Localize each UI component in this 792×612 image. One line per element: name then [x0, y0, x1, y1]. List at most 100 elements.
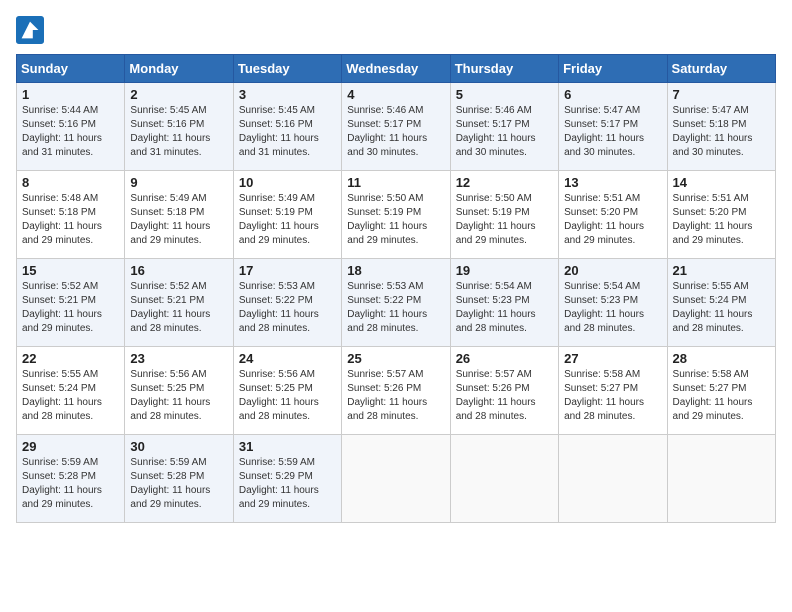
day-info: Sunrise: 5:44 AM Sunset: 5:16 PM Dayligh… [22, 104, 119, 160]
day-cell: 20 Sunrise: 5:54 AM Sunset: 5:23 PM Dayli… [559, 259, 667, 347]
day-cell: 29 Sunrise: 5:59 AM Sunset: 5:28 PM Dayli… [17, 435, 125, 523]
day-info: Sunrise: 5:55 AM Sunset: 5:24 PM Dayligh… [673, 280, 770, 336]
day-info: Sunrise: 5:49 AM Sunset: 5:19 PM Dayligh… [239, 192, 336, 248]
day-cell [667, 435, 775, 523]
day-info: Sunrise: 5:45 AM Sunset: 5:16 PM Dayligh… [130, 104, 227, 160]
day-number: 19 [456, 263, 553, 278]
calendar-table: SundayMondayTuesdayWednesdayThursdayFrid… [16, 54, 776, 523]
day-info: Sunrise: 5:56 AM Sunset: 5:25 PM Dayligh… [239, 368, 336, 424]
col-header-sunday: Sunday [17, 55, 125, 83]
day-number: 5 [456, 87, 553, 102]
day-cell [450, 435, 558, 523]
day-number: 9 [130, 175, 227, 190]
day-number: 22 [22, 351, 119, 366]
day-number: 15 [22, 263, 119, 278]
day-cell: 2 Sunrise: 5:45 AM Sunset: 5:16 PM Daylig… [125, 83, 233, 171]
day-number: 8 [22, 175, 119, 190]
logo [16, 16, 48, 44]
day-info: Sunrise: 5:55 AM Sunset: 5:24 PM Dayligh… [22, 368, 119, 424]
day-number: 27 [564, 351, 661, 366]
day-number: 29 [22, 439, 119, 454]
day-cell: 30Sunrise: 5:59 AM Sunset: 5:28 PM Dayli… [125, 435, 233, 523]
week-row-3: 15Sunrise: 5:52 AM Sunset: 5:21 PM Dayli… [17, 259, 776, 347]
logo-icon [16, 16, 44, 44]
day-number: 3 [239, 87, 336, 102]
day-cell: 28 Sunrise: 5:58 AM Sunset: 5:27 PM Dayli… [667, 347, 775, 435]
day-cell: 13Sunrise: 5:51 AM Sunset: 5:20 PM Dayli… [559, 171, 667, 259]
day-number: 23 [130, 351, 227, 366]
day-number: 10 [239, 175, 336, 190]
week-row-1: 1 Sunrise: 5:44 AM Sunset: 5:16 PM Daylig… [17, 83, 776, 171]
day-cell: 24 Sunrise: 5:56 AM Sunset: 5:25 PM Dayli… [233, 347, 341, 435]
day-cell: 10 Sunrise: 5:49 AM Sunset: 5:19 PM Dayli… [233, 171, 341, 259]
day-info: Sunrise: 5:58 AM Sunset: 5:27 PM Dayligh… [673, 368, 770, 424]
day-info: Sunrise: 5:57 AM Sunset: 5:26 PM Dayligh… [347, 368, 444, 424]
col-header-wednesday: Wednesday [342, 55, 450, 83]
day-info: Sunrise: 5:59 AM Sunset: 5:29 PM Dayligh… [239, 456, 336, 512]
day-number: 14 [673, 175, 770, 190]
day-cell: 17 Sunrise: 5:53 AM Sunset: 5:22 PM Dayli… [233, 259, 341, 347]
day-number: 11 [347, 175, 444, 190]
day-info: Sunrise: 5:47 AM Sunset: 5:17 PM Dayligh… [564, 104, 661, 160]
day-cell: 12 Sunrise: 5:50 AM Sunset: 5:19 PM Dayli… [450, 171, 558, 259]
col-header-friday: Friday [559, 55, 667, 83]
day-number: 2 [130, 87, 227, 102]
day-cell: 14 Sunrise: 5:51 AM Sunset: 5:20 PM Dayli… [667, 171, 775, 259]
day-number: 12 [456, 175, 553, 190]
day-info: Sunrise: 5:48 AM Sunset: 5:18 PM Dayligh… [22, 192, 119, 248]
day-cell: 18 Sunrise: 5:53 AM Sunset: 5:22 PM Dayli… [342, 259, 450, 347]
day-number: 7 [673, 87, 770, 102]
calendar-header: SundayMondayTuesdayWednesdayThursdayFrid… [17, 55, 776, 83]
day-info: Sunrise: 5:57 AM Sunset: 5:26 PM Dayligh… [456, 368, 553, 424]
day-info: Sunrise: 5:51 AM Sunset: 5:20 PM Dayligh… [564, 192, 661, 248]
day-number: 16 [130, 263, 227, 278]
day-info: Sunrise: 5:50 AM Sunset: 5:19 PM Dayligh… [347, 192, 444, 248]
day-cell: 31 Sunrise: 5:59 AM Sunset: 5:29 PM Dayli… [233, 435, 341, 523]
day-cell: 22 Sunrise: 5:55 AM Sunset: 5:24 PM Dayli… [17, 347, 125, 435]
col-header-monday: Monday [125, 55, 233, 83]
week-row-4: 22 Sunrise: 5:55 AM Sunset: 5:24 PM Dayli… [17, 347, 776, 435]
day-cell: 8 Sunrise: 5:48 AM Sunset: 5:18 PM Daylig… [17, 171, 125, 259]
day-cell: 25 Sunrise: 5:57 AM Sunset: 5:26 PM Dayli… [342, 347, 450, 435]
day-info: Sunrise: 5:53 AM Sunset: 5:22 PM Dayligh… [347, 280, 444, 336]
col-header-tuesday: Tuesday [233, 55, 341, 83]
day-cell: 5Sunrise: 5:46 AM Sunset: 5:17 PM Daylig… [450, 83, 558, 171]
day-number: 1 [22, 87, 119, 102]
day-info: Sunrise: 5:58 AM Sunset: 5:27 PM Dayligh… [564, 368, 661, 424]
day-number: 28 [673, 351, 770, 366]
page-header [16, 16, 776, 44]
day-cell: 1 Sunrise: 5:44 AM Sunset: 5:16 PM Daylig… [17, 83, 125, 171]
day-cell [342, 435, 450, 523]
day-info: Sunrise: 5:59 AM Sunset: 5:28 PM Dayligh… [130, 456, 227, 512]
day-cell: 21Sunrise: 5:55 AM Sunset: 5:24 PM Dayli… [667, 259, 775, 347]
day-info: Sunrise: 5:53 AM Sunset: 5:22 PM Dayligh… [239, 280, 336, 336]
day-number: 4 [347, 87, 444, 102]
day-cell: 23Sunrise: 5:56 AM Sunset: 5:25 PM Dayli… [125, 347, 233, 435]
day-cell [559, 435, 667, 523]
day-number: 6 [564, 87, 661, 102]
day-number: 18 [347, 263, 444, 278]
day-number: 17 [239, 263, 336, 278]
day-number: 26 [456, 351, 553, 366]
day-cell: 26 Sunrise: 5:57 AM Sunset: 5:26 PM Dayli… [450, 347, 558, 435]
week-row-5: 29 Sunrise: 5:59 AM Sunset: 5:28 PM Dayli… [17, 435, 776, 523]
day-info: Sunrise: 5:59 AM Sunset: 5:28 PM Dayligh… [22, 456, 119, 512]
day-cell: 16Sunrise: 5:52 AM Sunset: 5:21 PM Dayli… [125, 259, 233, 347]
day-number: 25 [347, 351, 444, 366]
day-cell: 27 Sunrise: 5:58 AM Sunset: 5:27 PM Dayli… [559, 347, 667, 435]
week-row-2: 8 Sunrise: 5:48 AM Sunset: 5:18 PM Daylig… [17, 171, 776, 259]
day-number: 24 [239, 351, 336, 366]
day-info: Sunrise: 5:47 AM Sunset: 5:18 PM Dayligh… [673, 104, 770, 160]
day-number: 31 [239, 439, 336, 454]
day-info: Sunrise: 5:49 AM Sunset: 5:18 PM Dayligh… [130, 192, 227, 248]
day-info: Sunrise: 5:45 AM Sunset: 5:16 PM Dayligh… [239, 104, 336, 160]
day-info: Sunrise: 5:54 AM Sunset: 5:23 PM Dayligh… [564, 280, 661, 336]
day-info: Sunrise: 5:50 AM Sunset: 5:19 PM Dayligh… [456, 192, 553, 248]
day-cell: 6 Sunrise: 5:47 AM Sunset: 5:17 PM Daylig… [559, 83, 667, 171]
day-number: 20 [564, 263, 661, 278]
day-info: Sunrise: 5:51 AM Sunset: 5:20 PM Dayligh… [673, 192, 770, 248]
day-cell: 9 Sunrise: 5:49 AM Sunset: 5:18 PM Daylig… [125, 171, 233, 259]
day-cell: 3 Sunrise: 5:45 AM Sunset: 5:16 PM Daylig… [233, 83, 341, 171]
day-info: Sunrise: 5:46 AM Sunset: 5:17 PM Dayligh… [347, 104, 444, 160]
day-cell: 19Sunrise: 5:54 AM Sunset: 5:23 PM Dayli… [450, 259, 558, 347]
